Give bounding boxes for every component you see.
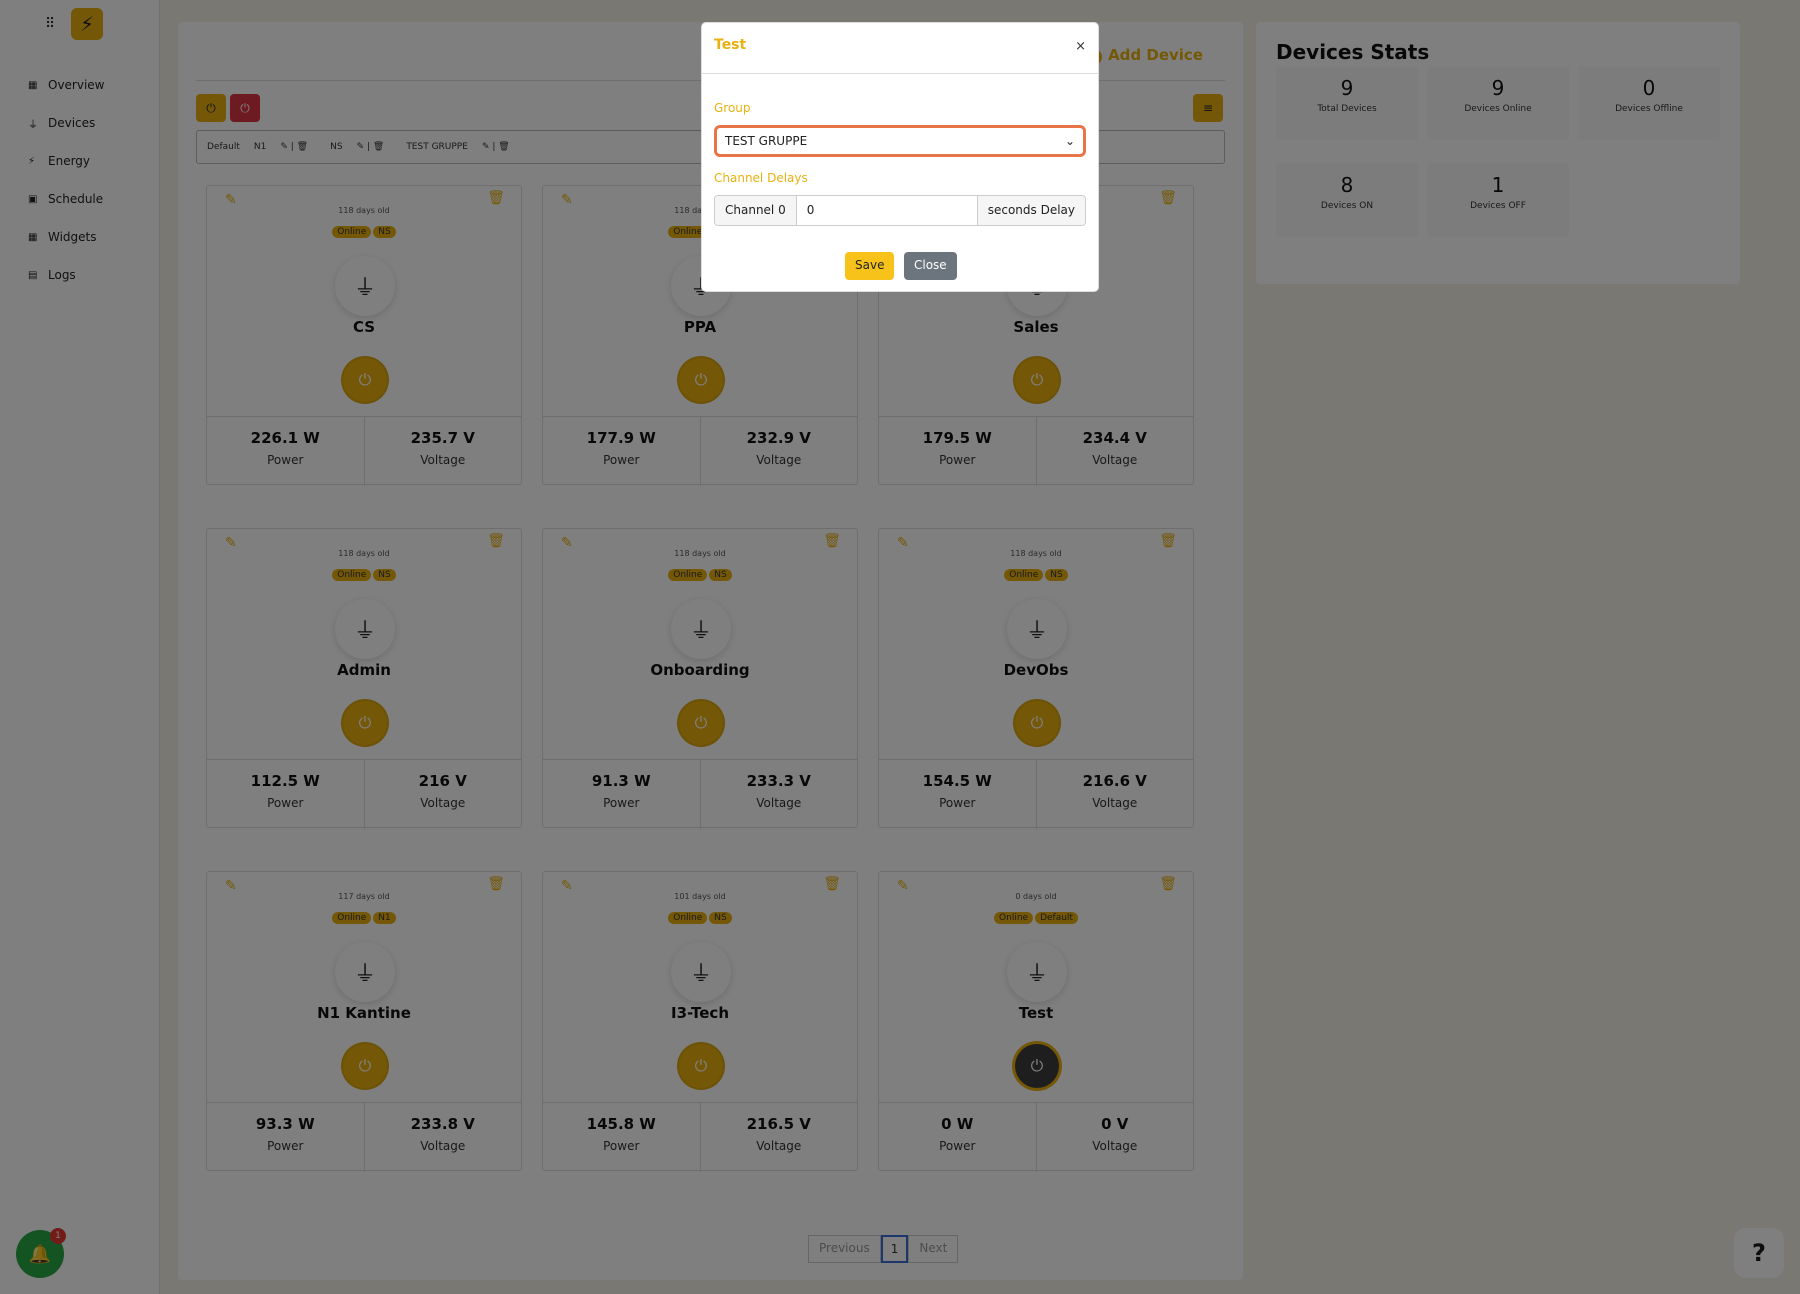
edit-device-modal: Test × Group TEST GRUPPE ⌄ Channel Delays… — [701, 22, 1099, 292]
group-label: Group — [714, 101, 751, 115]
save-button[interactable]: Save — [845, 252, 895, 280]
channel-delay-input[interactable]: 0 — [797, 196, 977, 225]
delay-unit-label: seconds Delay — [976, 196, 1085, 225]
close-button[interactable]: Close — [904, 252, 957, 280]
channel-delays-label: Channel Delays — [714, 171, 808, 185]
modal-title: Test — [714, 37, 747, 53]
group-select[interactable]: TEST GRUPPE ⌄ — [714, 125, 1086, 157]
modal-header: Test × — [702, 23, 1098, 74]
group-select-value: TEST GRUPPE — [725, 134, 808, 148]
chevron-down-icon: ⌄ — [1064, 134, 1075, 148]
channel-delay-group: Channel 0 0 seconds Delay — [714, 195, 1086, 226]
channel-label: Channel 0 — [715, 196, 797, 225]
close-icon[interactable]: × — [1075, 39, 1086, 54]
